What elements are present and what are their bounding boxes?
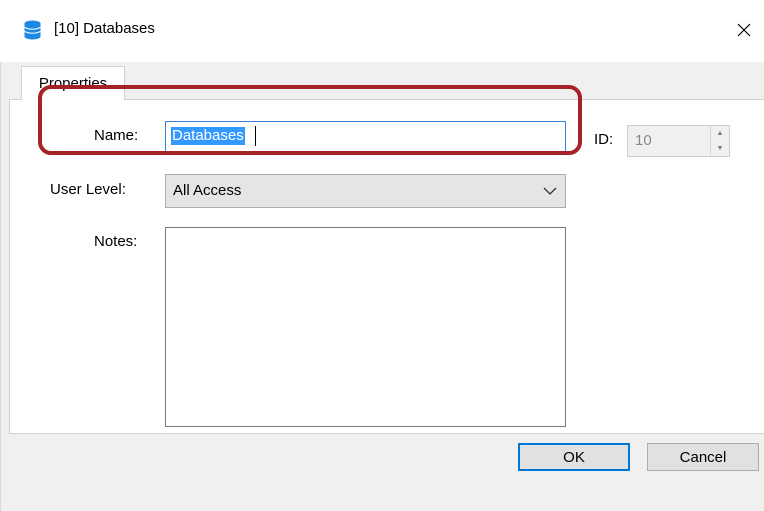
ok-label: OK [563, 448, 585, 466]
database-icon [24, 20, 41, 40]
user-level-value: All Access [173, 182, 242, 199]
spin-buttons: ▲ ▼ [710, 126, 729, 156]
name-input-value: Databases [171, 127, 245, 145]
title-bar: [10] Databases [0, 0, 764, 62]
cancel-label: Cancel [679, 448, 727, 466]
text-caret [255, 126, 256, 146]
close-icon [737, 23, 751, 37]
tab-properties[interactable]: Properties [21, 66, 125, 100]
dialog-body: Properties Name: Databases ID: 10 ▲ ▼ Us… [0, 62, 764, 511]
id-value: 10 [635, 132, 652, 149]
ok-button[interactable]: OK [518, 443, 630, 471]
tab-label: Properties [38, 75, 108, 92]
spin-up-icon[interactable]: ▲ [711, 126, 729, 141]
properties-panel: Name: Databases ID: 10 ▲ ▼ User Level: A… [9, 99, 764, 434]
spin-down-icon[interactable]: ▼ [711, 141, 729, 156]
name-input[interactable]: Databases [165, 121, 566, 153]
id-label: ID: [594, 131, 614, 148]
user-level-dropdown[interactable]: All Access [165, 174, 566, 208]
user-level-label: User Level: [50, 181, 126, 198]
cancel-button[interactable]: Cancel [647, 443, 759, 471]
notes-textarea[interactable] [165, 227, 566, 427]
notes-label: Notes: [94, 233, 138, 250]
close-button[interactable] [724, 10, 764, 50]
window-title: [10] Databases [54, 20, 155, 37]
chevron-down-icon [543, 187, 557, 195]
name-label: Name: [94, 127, 139, 144]
id-spinbox[interactable]: 10 ▲ ▼ [627, 125, 730, 157]
